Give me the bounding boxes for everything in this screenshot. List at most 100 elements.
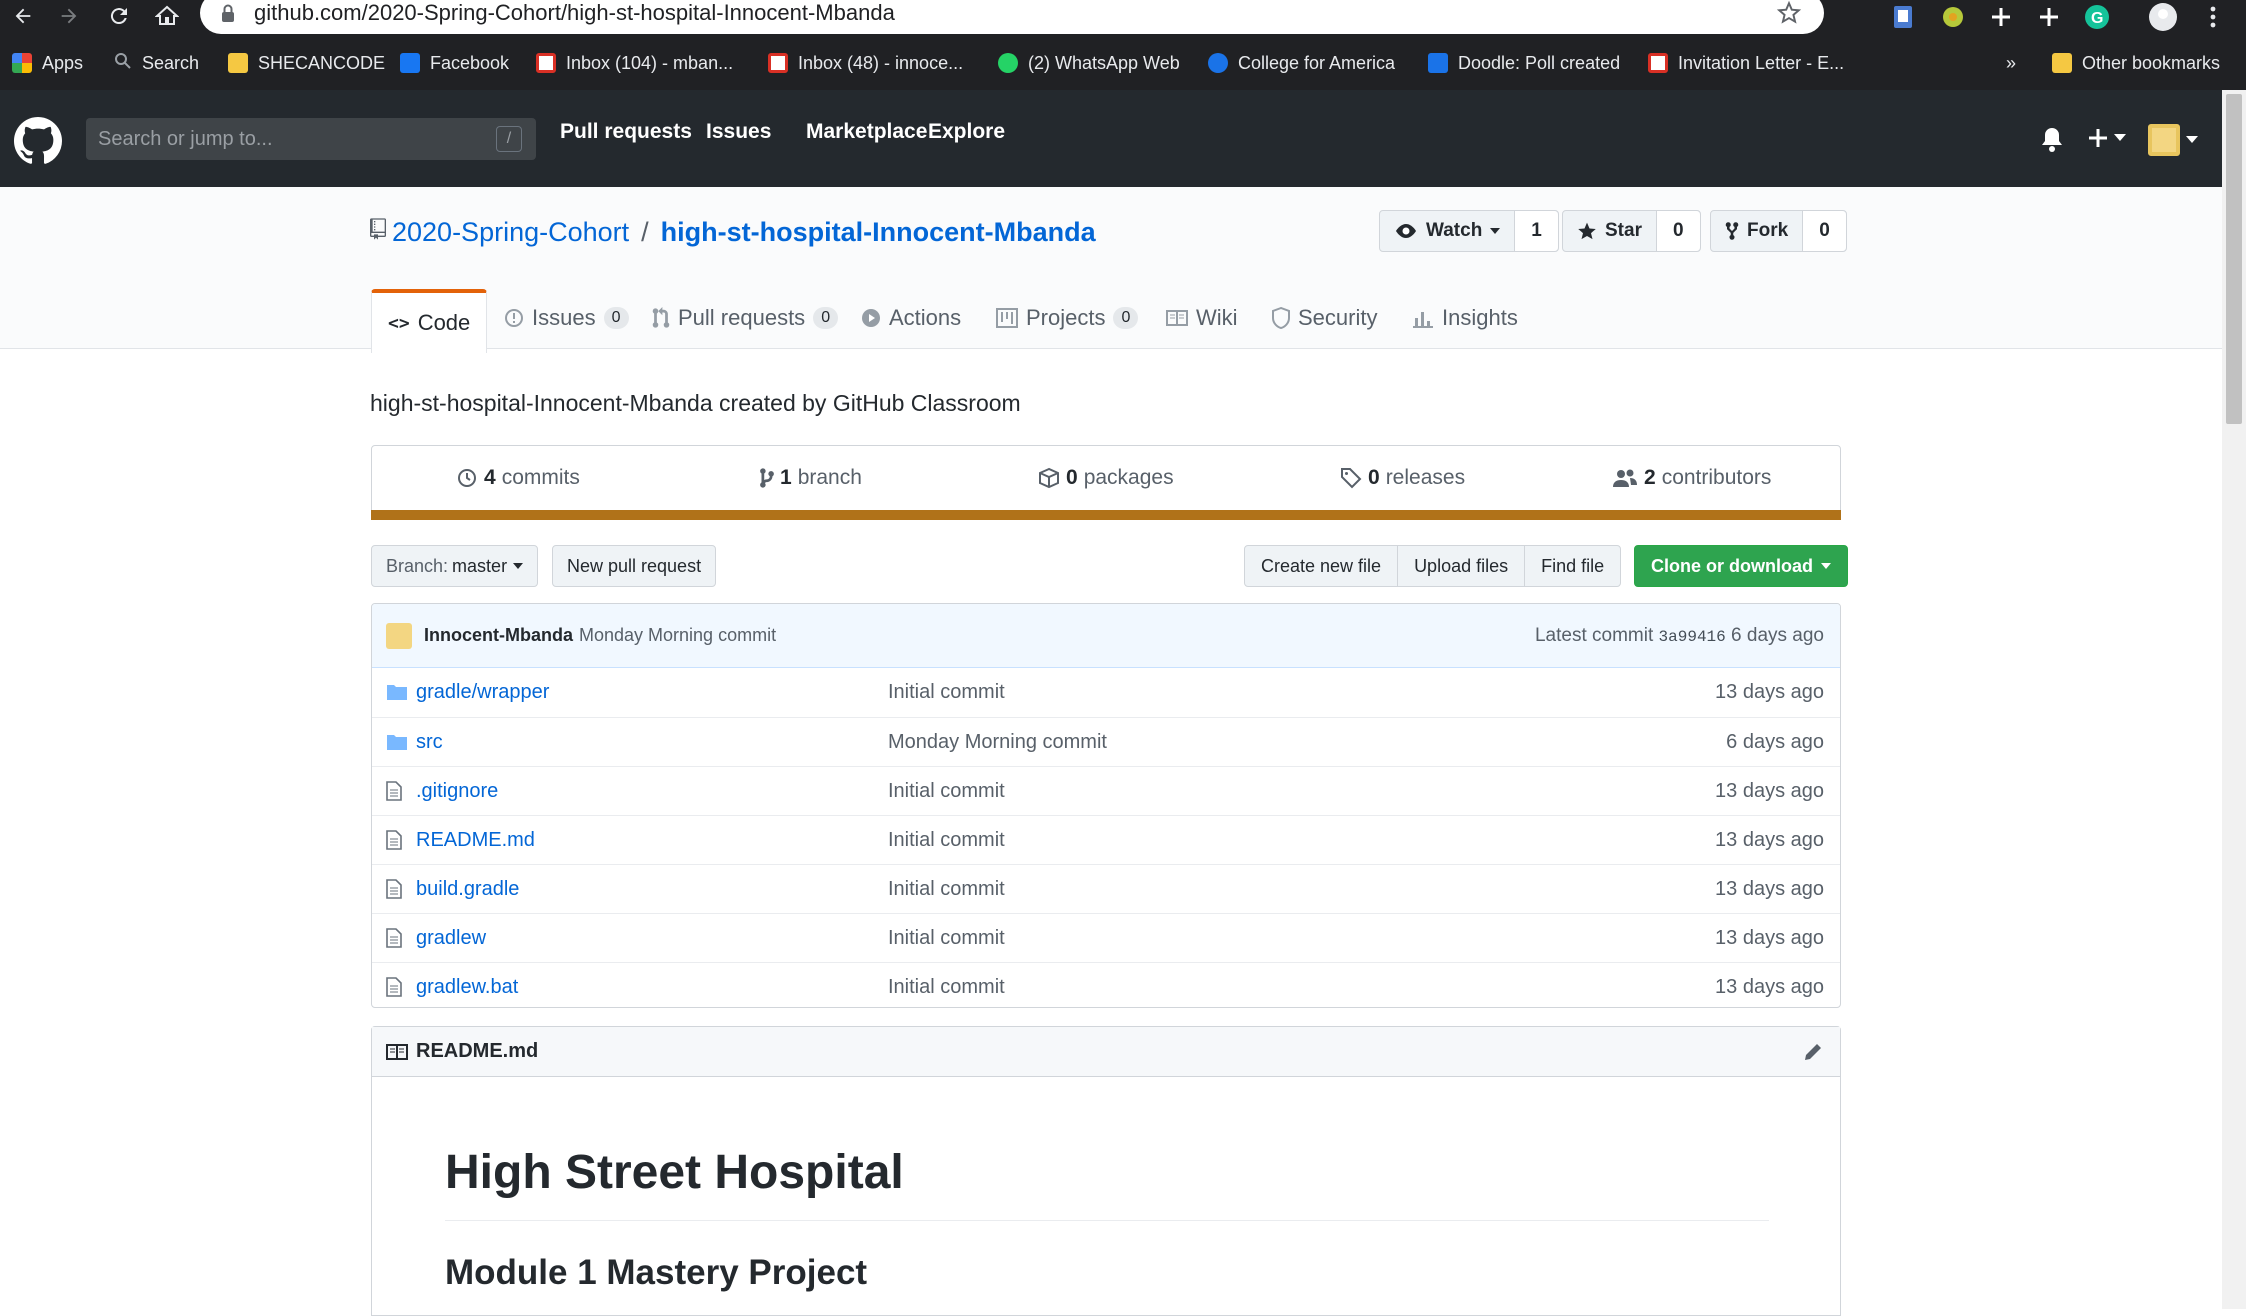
chrome-menu-icon[interactable] xyxy=(2198,2,2228,32)
file-name-link[interactable]: README.md xyxy=(416,829,535,852)
home-icon[interactable] xyxy=(150,0,184,32)
file-name-link[interactable]: gradlew.bat xyxy=(416,976,518,999)
commit-age: 6 days ago xyxy=(1731,624,1824,646)
file-commit-message[interactable]: Initial commit xyxy=(888,976,1005,999)
forward-arrow-icon[interactable] xyxy=(52,0,86,32)
packages-label: packages xyxy=(1083,466,1174,489)
watch-button[interactable]: Watch 1 xyxy=(1379,210,1559,252)
nav-issues[interactable]: Issues xyxy=(706,120,771,144)
file-age: 13 days ago xyxy=(1715,828,1824,851)
latest-commit-info: Latest commit 3a99416 6 days ago xyxy=(1535,625,1824,647)
repo-name-link[interactable]: high-st-hospital-Innocent-Mbanda xyxy=(661,217,1096,248)
tab-code[interactable]: <> Code xyxy=(371,289,488,353)
tab-insights[interactable]: Insights xyxy=(1396,287,1534,349)
projects-counter: 0 xyxy=(1113,307,1139,329)
file-name-link[interactable]: gradle/wrapper xyxy=(416,681,549,704)
language-bar[interactable] xyxy=(371,510,1841,520)
bookmark-search[interactable]: Search xyxy=(114,46,199,80)
extension-plus-icon[interactable] xyxy=(1986,2,2016,32)
pencil-edit-icon[interactable] xyxy=(1802,1041,1824,1069)
branch-link[interactable]: 1 branch xyxy=(760,466,862,490)
star-count[interactable]: 0 xyxy=(1655,211,1700,251)
bookmark-inbox-104[interactable]: Inbox (104) - mban... xyxy=(536,46,733,80)
other-bookmarks[interactable]: Other bookmarks xyxy=(2052,46,2220,80)
tab-label: Issues xyxy=(532,305,596,330)
page-scrollbar[interactable] xyxy=(2222,90,2246,1309)
tab-wiki[interactable]: Wiki xyxy=(1150,287,1254,349)
upload-files-button[interactable]: Upload files xyxy=(1397,545,1526,587)
tab-actions[interactable]: Actions xyxy=(845,287,977,349)
file-name-link[interactable]: .gitignore xyxy=(416,780,498,803)
extension-plus-icon-2[interactable] xyxy=(2034,2,2064,32)
fork-count[interactable]: 0 xyxy=(1802,211,1846,251)
file-icon xyxy=(386,879,402,905)
bookmark-whatsapp[interactable]: (2) WhatsApp Web xyxy=(998,46,1180,80)
bookmark-apps[interactable]: Apps xyxy=(12,46,83,80)
bookmark-doodle[interactable]: Doodle: Poll created xyxy=(1428,46,1620,80)
commit-sha-link[interactable]: 3a99416 xyxy=(1659,628,1726,646)
profile-avatar-icon[interactable] xyxy=(2148,2,2178,32)
file-commit-message[interactable]: Initial commit xyxy=(888,780,1005,803)
fork-button[interactable]: Fork 0 xyxy=(1710,210,1847,252)
file-name-link[interactable]: gradlew xyxy=(416,927,486,950)
new-pull-request-button[interactable]: New pull request xyxy=(552,545,717,587)
tab-issues[interactable]: Issues 0 xyxy=(488,287,645,349)
commits-link[interactable]: 4 commits xyxy=(456,466,580,490)
file-age: 13 days ago xyxy=(1715,926,1824,949)
user-menu-dropdown[interactable] xyxy=(2148,124,2198,156)
releases-link[interactable]: 0 releases xyxy=(1340,466,1465,490)
notifications-bell-icon[interactable] xyxy=(2040,126,2064,157)
scrollbar-thumb[interactable] xyxy=(2226,94,2242,424)
commit-message-link[interactable]: Monday Morning commit xyxy=(579,625,776,646)
tab-projects[interactable]: Projects 0 xyxy=(980,287,1154,349)
file-commit-message[interactable]: Initial commit xyxy=(888,878,1005,901)
file-name-link[interactable]: src xyxy=(416,731,443,754)
history-icon xyxy=(458,469,476,487)
folder-icon xyxy=(228,53,248,73)
nav-explore[interactable]: Explore xyxy=(928,120,1005,144)
repo-owner-link[interactable]: 2020-Spring-Cohort xyxy=(392,217,629,248)
file-commit-message[interactable]: Initial commit xyxy=(888,681,1005,704)
watch-count[interactable]: 1 xyxy=(1514,211,1558,251)
clone-or-download-button[interactable]: Clone or download xyxy=(1634,545,1848,587)
bookmark-label: Inbox (48) - innoce... xyxy=(798,52,964,73)
readme-panel: README.md High Street Hospital Module 1 … xyxy=(371,1026,1841,1316)
packages-link[interactable]: 0 packages xyxy=(1038,466,1174,490)
file-commit-message[interactable]: Monday Morning commit xyxy=(888,731,1107,754)
address-bar[interactable]: github.com/2020-Spring-Cohort/high-st-ho… xyxy=(200,0,1824,34)
bookmark-shecancode[interactable]: SHECANCODE xyxy=(228,46,385,80)
extension-green-icon[interactable] xyxy=(1938,2,1968,32)
file-commit-message[interactable]: Initial commit xyxy=(888,927,1005,950)
star-button[interactable]: Star 0 xyxy=(1562,210,1701,252)
file-icon xyxy=(386,830,402,856)
search-input[interactable]: Search or jump to... / xyxy=(86,118,536,160)
extension-reader-icon[interactable] xyxy=(1888,2,1918,32)
bookmark-facebook[interactable]: Facebook xyxy=(400,46,509,80)
tab-pull-requests[interactable]: Pull requests 0 xyxy=(636,287,854,349)
search-placeholder: Search or jump to... xyxy=(98,127,273,150)
bookmark-star-icon[interactable] xyxy=(1776,0,1802,26)
nav-pull-requests[interactable]: Pull requests xyxy=(560,120,692,144)
github-logo-icon[interactable] xyxy=(14,117,62,170)
url-text: github.com/2020-Spring-Cohort/high-st-ho… xyxy=(254,0,895,25)
grammarly-icon[interactable]: G xyxy=(2082,2,2112,32)
back-arrow-icon[interactable] xyxy=(6,0,40,32)
file-commit-message[interactable]: Initial commit xyxy=(888,829,1005,852)
bookmarks-overflow-button[interactable]: » xyxy=(2006,46,2016,80)
nav-marketplace[interactable]: Marketplace xyxy=(806,120,927,144)
file-name-link[interactable]: build.gradle xyxy=(416,878,519,901)
bookmark-invitation-letter[interactable]: Invitation Letter - E... xyxy=(1648,46,1844,80)
find-file-button[interactable]: Find file xyxy=(1524,545,1622,587)
tab-security[interactable]: Security xyxy=(1256,287,1393,349)
bookmark-label: Facebook xyxy=(430,52,510,73)
create-new-dropdown[interactable] xyxy=(2086,126,2126,150)
bookmark-inbox-48[interactable]: Inbox (48) - innoce... xyxy=(768,46,963,80)
avatar[interactable] xyxy=(386,622,412,649)
branch-select-menu[interactable]: Branch: master xyxy=(371,545,539,587)
commit-author-link[interactable]: Innocent-Mbanda xyxy=(424,625,573,646)
contributors-link[interactable]: 2 contributors xyxy=(1612,466,1771,490)
repo-description: high-st-hospital-Innocent-Mbanda created… xyxy=(370,390,1021,416)
bookmark-college-for-america[interactable]: College for America xyxy=(1208,46,1395,80)
create-new-file-button[interactable]: Create new file xyxy=(1244,545,1399,587)
reload-icon[interactable] xyxy=(102,0,136,32)
